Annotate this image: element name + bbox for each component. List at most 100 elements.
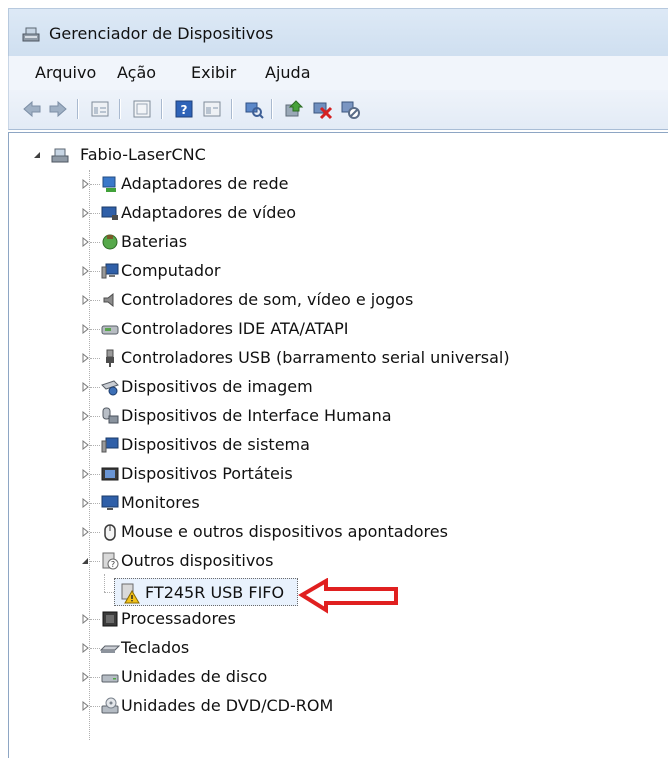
tree-node[interactable]: Controladores IDE ATA/ATAPI	[80, 316, 560, 342]
menu-exibir[interactable]: Exibir	[191, 63, 236, 82]
tree-node-label: Dispositivos de sistema	[121, 435, 310, 454]
disk-drive-icon	[101, 674, 119, 683]
expand-triangle-icon[interactable]	[80, 353, 90, 363]
tree-node-label: Controladores USB (barramento serial uni…	[121, 348, 510, 367]
selected-tree-node[interactable]: FT245R USB FIFO	[114, 578, 298, 606]
tree-guide-line	[90, 532, 100, 533]
collapse-triangle-icon[interactable]	[80, 556, 90, 566]
tree-node[interactable]: Unidades de DVD/CD-ROM	[80, 693, 560, 719]
tree-node[interactable]: Dispositivos Portáteis	[80, 461, 560, 487]
expand-triangle-icon[interactable]	[80, 643, 90, 653]
tree-node-label: Monitores	[121, 493, 200, 512]
tree-guide-line	[90, 706, 100, 707]
tree-node[interactable]: Unidades de disco	[80, 664, 560, 690]
tree-node-label: Baterias	[121, 232, 188, 251]
tree-node[interactable]: Dispositivos de imagem	[80, 374, 560, 400]
usb-plug-icon	[106, 349, 114, 367]
menu-acao[interactable]: Ação	[117, 63, 156, 82]
title-bar: Gerenciador de Dispositivos	[8, 8, 668, 56]
tree-guide-line	[90, 300, 100, 301]
tree-node[interactable]: Adaptadores de vídeo	[80, 200, 560, 226]
tree-node-label: Computador	[121, 261, 221, 280]
collapse-triangle-icon[interactable]	[32, 150, 42, 160]
scanner-camera-icon	[101, 380, 119, 396]
uninstall-device-icon[interactable]	[311, 98, 333, 120]
toolbar-separator	[231, 99, 232, 119]
tree-guide-line	[104, 574, 105, 592]
dvd-drive-icon	[101, 697, 119, 714]
toolbar-separator	[271, 99, 272, 119]
tree-node[interactable]: Baterias	[80, 229, 560, 255]
network-adapter-icon	[102, 176, 116, 192]
tree-node[interactable]: Dispositivos de sistema	[80, 432, 560, 458]
window-title: Gerenciador de Dispositivos	[49, 24, 274, 43]
warning-device-icon	[121, 583, 140, 604]
tree-guide-line	[90, 503, 100, 504]
selected-device-label: FT245R USB FIFO	[145, 583, 285, 602]
properties-pane-icon[interactable]	[89, 98, 111, 120]
disable-device-icon[interactable]	[339, 98, 361, 120]
view-pane-icon[interactable]	[131, 98, 153, 120]
device-manager-icon	[22, 27, 40, 42]
expand-triangle-icon[interactable]	[80, 411, 90, 421]
keyboard-icon	[100, 645, 120, 653]
expand-triangle-icon[interactable]	[80, 237, 90, 247]
tree-node[interactable]: Teclados	[80, 635, 560, 661]
expand-triangle-icon[interactable]	[80, 179, 90, 189]
expand-triangle-icon[interactable]	[80, 382, 90, 392]
scan-hardware-icon[interactable]	[243, 98, 265, 120]
help-icon[interactable]: ?	[173, 98, 195, 120]
tree-guide-line	[90, 242, 100, 243]
svg-text:?: ?	[111, 560, 115, 569]
expand-triangle-icon[interactable]	[80, 324, 90, 334]
expand-triangle-icon[interactable]	[80, 701, 90, 711]
expand-triangle-icon[interactable]	[80, 469, 90, 479]
expand-triangle-icon[interactable]	[80, 614, 90, 624]
expand-triangle-icon[interactable]	[80, 440, 90, 450]
tree-guide-line	[90, 561, 100, 562]
expand-triangle-icon[interactable]	[80, 498, 90, 508]
tree-node-label: Controladores de som, vídeo e jogos	[121, 290, 414, 309]
tree-root-row[interactable]: Fabio-LaserCNC	[32, 142, 332, 168]
tree-node-label: Unidades de DVD/CD-ROM	[121, 696, 334, 715]
menu-ajuda[interactable]: Ajuda	[265, 63, 311, 82]
tree-node[interactable]: Controladores USB (barramento serial uni…	[80, 345, 600, 371]
device-manager-window: Gerenciador de Dispositivos Arquivo Ação…	[0, 0, 668, 758]
forward-arrow-icon[interactable]	[47, 98, 69, 120]
computer-icon	[101, 263, 119, 279]
svg-text:?: ?	[181, 103, 188, 117]
ide-controller-icon	[101, 325, 119, 335]
tree-node[interactable]: Processadores	[80, 606, 560, 632]
expand-triangle-icon[interactable]	[80, 266, 90, 276]
tree-node[interactable]: Controladores de som, vídeo e jogos	[80, 287, 560, 313]
tree-node[interactable]: Mouse e outros dispositivos apontadores	[80, 519, 560, 545]
tree-guide-line	[90, 677, 100, 678]
menu-arquivo[interactable]: Arquivo	[35, 63, 96, 82]
expand-triangle-icon[interactable]	[80, 208, 90, 218]
tree-node-label: Controladores IDE ATA/ATAPI	[121, 319, 349, 338]
tree-guide-line	[90, 648, 100, 649]
tree-node[interactable]: Dispositivos de Interface Humana	[80, 403, 560, 429]
display-adapter-icon	[101, 206, 118, 220]
tree-node[interactable]: Monitores	[80, 490, 560, 516]
expand-triangle-icon[interactable]	[80, 672, 90, 682]
battery-icon	[102, 234, 118, 250]
tree-node-label: Teclados	[121, 638, 190, 657]
tree-guide-line	[90, 416, 100, 417]
back-arrow-icon[interactable]	[21, 98, 43, 120]
system-devices-icon	[101, 437, 119, 453]
tree-node-label: Dispositivos de imagem	[121, 377, 313, 396]
tree-node[interactable]: Computador	[80, 258, 560, 284]
tree-node-label: Mouse e outros dispositivos apontadores	[121, 522, 448, 541]
update-driver-icon[interactable]	[283, 98, 305, 120]
processor-icon	[102, 611, 118, 627]
expand-triangle-icon[interactable]	[80, 295, 90, 305]
tree-node[interactable]: Adaptadores de rede	[80, 171, 560, 197]
expand-triangle-icon[interactable]	[80, 527, 90, 537]
tree-node-expanded[interactable]: ? Outros dispositivos	[80, 548, 560, 574]
show-hidden-icon[interactable]	[201, 98, 223, 120]
tree-node-label: Unidades de disco	[121, 667, 268, 686]
tree-node-label: Processadores	[121, 609, 236, 628]
tree-guide-line	[90, 271, 100, 272]
mouse-icon	[104, 524, 116, 541]
